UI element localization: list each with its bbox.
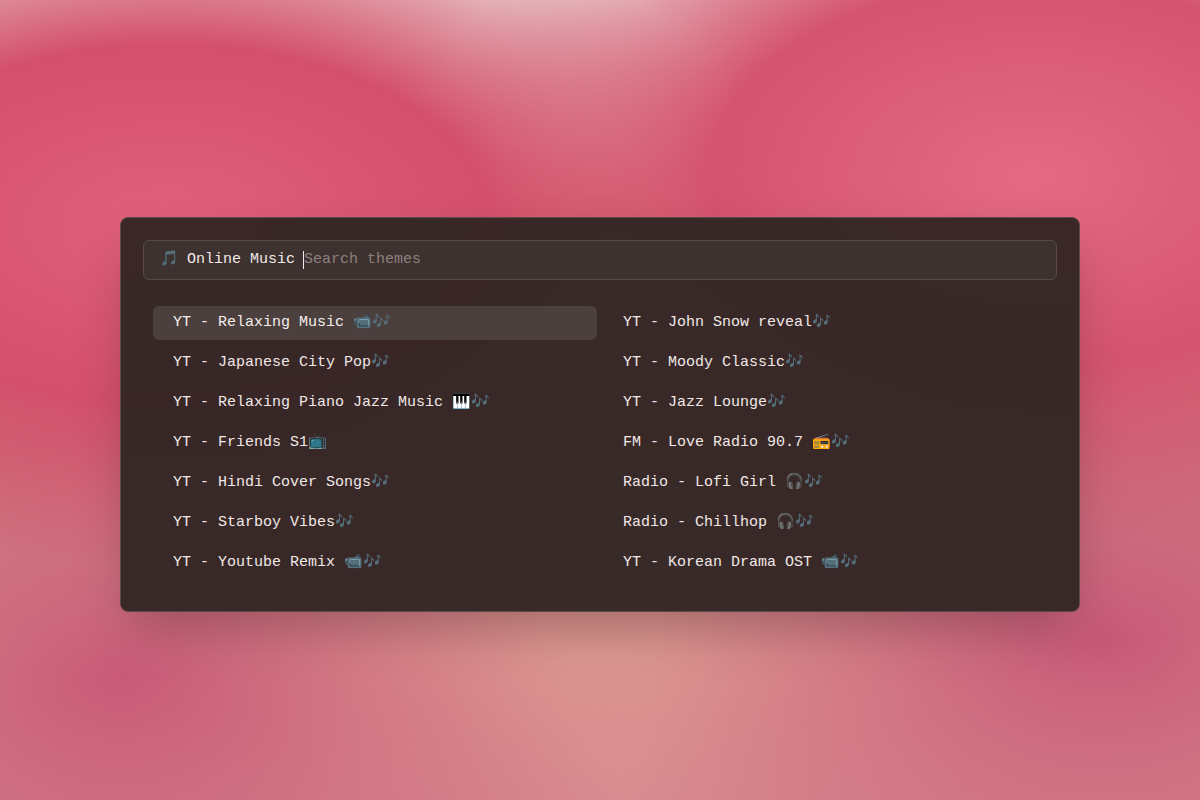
music-note-icon: 🎵 <box>160 249 179 272</box>
theme-label: YT - Starboy Vibes🎶 <box>173 512 354 535</box>
theme-label: FM - Love Radio 90.7 📻🎶 <box>623 432 850 455</box>
theme-list: YT - Relaxing Music 📹🎶 YT - Japanese City… <box>143 306 1057 580</box>
theme-label: Radio - Chillhop 🎧🎶 <box>623 512 814 535</box>
theme-item[interactable]: FM - Love Radio 90.7 📻🎶 <box>603 426 1047 460</box>
theme-item[interactable]: Radio - Chillhop 🎧🎶 <box>603 506 1047 540</box>
theme-label: YT - Japanese City Pop🎶 <box>173 352 390 375</box>
theme-item[interactable]: YT - Relaxing Music 📹🎶 <box>153 306 597 340</box>
search-placeholder[interactable]: Search themes <box>304 249 421 272</box>
desktop: 🎵 Online Music Search themes YT - Relaxing … <box>0 0 1200 800</box>
theme-label: YT - Hindi Cover Songs🎶 <box>173 472 390 495</box>
theme-label: YT - Korean Drama OST 📹🎶 <box>623 552 859 575</box>
theme-item[interactable]: YT - Relaxing Piano Jazz Music 🎹🎶 <box>153 386 597 420</box>
theme-item[interactable]: YT - Moody Classic🎶 <box>603 346 1047 380</box>
theme-item[interactable]: YT - Hindi Cover Songs🎶 <box>153 466 597 500</box>
theme-item[interactable]: YT - Jazz Lounge🎶 <box>603 386 1047 420</box>
theme-item[interactable]: YT - Friends S1📺 <box>153 426 597 460</box>
theme-label: YT - Moody Classic🎶 <box>623 352 804 375</box>
theme-label: YT - John Snow reveal🎶 <box>623 312 831 335</box>
theme-label: YT - Youtube Remix 📹🎶 <box>173 552 382 575</box>
theme-label: Radio - Lofi Girl 🎧🎶 <box>623 472 823 495</box>
theme-item[interactable]: YT - Korean Drama OST 📹🎶 <box>603 546 1047 580</box>
theme-label: YT - Relaxing Music 📹🎶 <box>173 312 391 335</box>
search-bar[interactable]: 🎵 Online Music Search themes <box>143 240 1057 280</box>
theme-label: YT - Jazz Lounge🎶 <box>623 392 786 415</box>
theme-item[interactable]: YT - Youtube Remix 📹🎶 <box>153 546 597 580</box>
theme-panel: 🎵 Online Music Search themes YT - Relaxing … <box>120 217 1080 612</box>
theme-item[interactable]: YT - Japanese City Pop🎶 <box>153 346 597 380</box>
theme-label: YT - Friends S1📺 <box>173 432 327 455</box>
text-caret <box>303 251 304 269</box>
search-scope-label: Online Music <box>187 249 295 272</box>
theme-item[interactable]: YT - John Snow reveal🎶 <box>603 306 1047 340</box>
theme-item[interactable]: Radio - Lofi Girl 🎧🎶 <box>603 466 1047 500</box>
theme-label: YT - Relaxing Piano Jazz Music 🎹🎶 <box>173 392 490 415</box>
theme-item[interactable]: YT - Starboy Vibes🎶 <box>153 506 597 540</box>
